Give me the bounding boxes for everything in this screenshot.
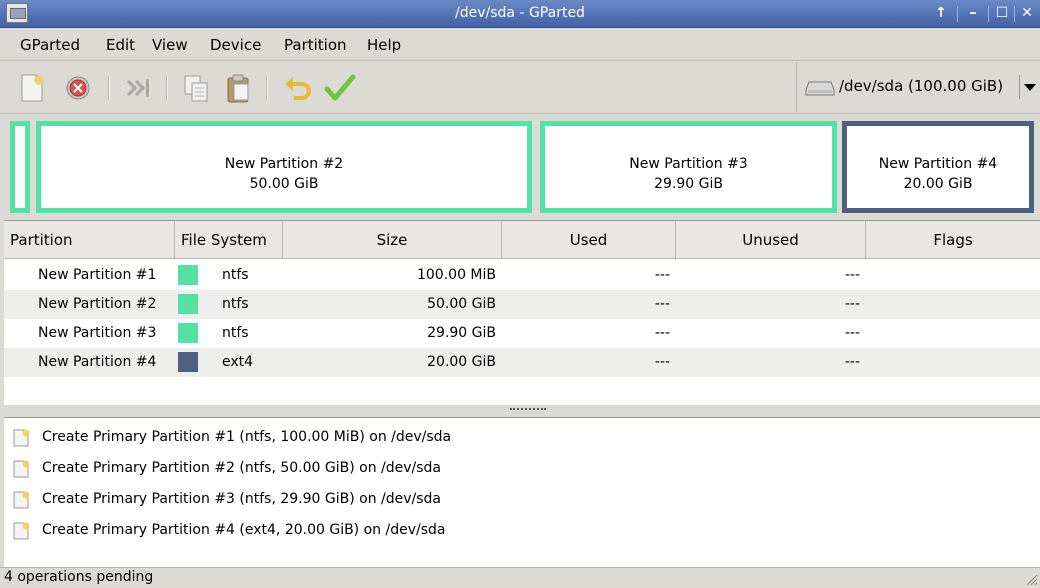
cell-fs: ext4 — [222, 354, 254, 370]
title-bar: /dev/sda - GParted ↑ – ☐ ✕ — [0, 0, 1040, 28]
table-header: Partition File System Size Used Unused F… — [4, 221, 1040, 259]
cell-fs: ntfs — [222, 267, 249, 283]
cell-partition: New Partition #3 — [38, 325, 157, 341]
table-row[interactable]: New Partition #4 ext4 20.00 GiB --- --- — [4, 348, 1040, 377]
maximize-button[interactable]: ☐ — [991, 4, 1013, 24]
partition-map-3-name: New Partition #3 — [629, 156, 748, 172]
chevron-down-icon[interactable] — [1019, 75, 1037, 99]
cell-unused: --- — [844, 296, 860, 312]
new-icon[interactable] — [16, 72, 48, 104]
fs-color-swatch — [178, 323, 198, 343]
table-row[interactable]: New Partition #2 ntfs 50.00 GiB --- --- — [4, 290, 1040, 319]
cell-used: --- — [654, 325, 670, 341]
cell-unused: --- — [844, 267, 860, 283]
partition-map-3[interactable]: New Partition #3 29.90 GiB — [540, 121, 837, 213]
col-size[interactable]: Size — [283, 221, 502, 259]
partition-table: Partition File System Size Used Unused F… — [4, 220, 1040, 405]
fs-color-swatch — [178, 352, 198, 372]
harddisk-icon — [805, 81, 835, 96]
new-partition-icon — [13, 460, 30, 478]
menu-help[interactable]: Help — [367, 35, 401, 55]
delete-icon[interactable] — [62, 72, 94, 104]
cell-size: 100.00 MiB — [416, 267, 496, 283]
toolbar: /dev/sda (100.00 GiB) — [0, 62, 1040, 114]
window-title: /dev/sda - GParted — [455, 5, 585, 21]
cell-size: 50.00 GiB — [427, 296, 496, 312]
undo-icon[interactable] — [282, 72, 314, 104]
cell-fs: ntfs — [222, 325, 249, 341]
cell-partition: New Partition #1 — [38, 267, 157, 283]
col-partition[interactable]: Partition — [4, 221, 175, 259]
cell-unused: --- — [844, 325, 860, 341]
partition-map-2-size: 50.00 GiB — [249, 176, 319, 192]
new-partition-icon — [13, 491, 30, 509]
resize-move-icon[interactable] — [122, 72, 154, 104]
menu-gparted[interactable]: GParted — [20, 35, 80, 55]
cell-size: 20.00 GiB — [427, 354, 496, 370]
cell-used: --- — [654, 296, 670, 312]
operation-label: Create Primary Partition #4 (ext4, 20.00… — [42, 522, 446, 538]
partition-map-3-size: 29.90 GiB — [654, 176, 723, 192]
new-partition-icon — [13, 522, 30, 540]
menu-bar: GParted Edit View Device Partition Help — [0, 29, 1040, 61]
device-selector[interactable]: /dev/sda (100.00 GiB) — [796, 63, 1040, 112]
cell-partition: New Partition #4 — [38, 354, 157, 370]
keep-above-icon[interactable]: ↑ — [930, 4, 952, 24]
partition-map: New Partition #2 50.00 GiB New Partition… — [6, 117, 1038, 217]
device-label: /dev/sda (100.00 GiB) — [839, 77, 1004, 95]
operation-label: Create Primary Partition #3 (ntfs, 29.90… — [42, 491, 441, 507]
pane-resize-handle[interactable] — [510, 408, 546, 414]
table-row[interactable]: New Partition #1 ntfs 100.00 MiB --- --- — [4, 261, 1040, 290]
cell-size: 29.90 GiB — [427, 325, 496, 341]
partition-map-2-name: New Partition #2 — [224, 156, 344, 172]
col-flags[interactable]: Flags — [866, 221, 1040, 259]
col-filesystem[interactable]: File System — [175, 221, 283, 259]
cell-partition: New Partition #2 — [38, 296, 157, 312]
close-button[interactable]: ✕ — [1016, 4, 1038, 24]
operation-label: Create Primary Partition #1 (ntfs, 100.0… — [42, 429, 452, 445]
apply-icon[interactable] — [324, 72, 356, 104]
fs-color-swatch — [178, 265, 198, 285]
paste-icon[interactable] — [222, 72, 254, 104]
table-row[interactable]: New Partition #3 ntfs 29.90 GiB --- --- — [4, 319, 1040, 348]
operations-list: Create Primary Partition #1 (ntfs, 100.0… — [4, 417, 1040, 567]
status-bar: 4 operations pending — [0, 567, 1040, 588]
copy-icon[interactable] — [180, 72, 212, 104]
menu-partition[interactable]: Partition — [284, 35, 347, 55]
fs-color-swatch — [178, 294, 198, 314]
col-unused[interactable]: Unused — [676, 221, 866, 259]
resize-grip-icon[interactable] — [1024, 572, 1038, 586]
status-text: 4 operations pending — [4, 569, 154, 585]
partition-map-1[interactable] — [10, 121, 30, 213]
partition-map-2[interactable]: New Partition #2 50.00 GiB — [36, 121, 532, 213]
partition-map-4-name: New Partition #4 — [878, 156, 998, 172]
cell-used: --- — [654, 267, 670, 283]
menu-edit[interactable]: Edit — [106, 35, 135, 55]
menu-device[interactable]: Device — [210, 35, 261, 55]
menu-view[interactable]: View — [152, 35, 188, 55]
cell-used: --- — [654, 354, 670, 370]
col-used[interactable]: Used — [502, 221, 676, 259]
minimize-button[interactable]: – — [962, 4, 984, 24]
cell-fs: ntfs — [222, 296, 249, 312]
partition-map-4[interactable]: New Partition #4 20.00 GiB — [842, 121, 1034, 213]
new-partition-icon — [13, 429, 30, 447]
operation-label: Create Primary Partition #2 (ntfs, 50.00… — [42, 460, 441, 476]
partition-map-4-size: 20.00 GiB — [903, 176, 973, 192]
cell-unused: --- — [844, 354, 860, 370]
